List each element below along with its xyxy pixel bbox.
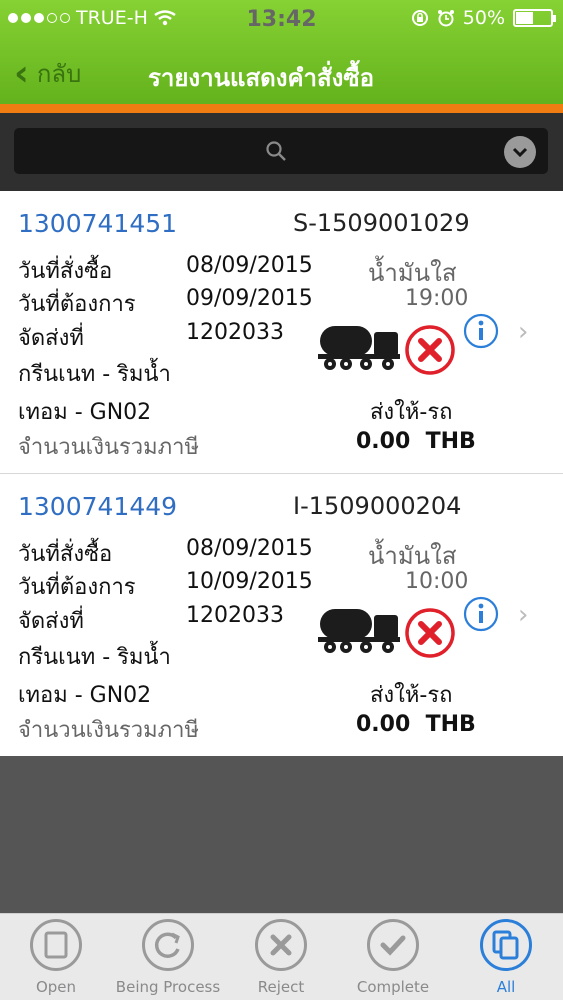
amount-value: 0.00 [356,429,411,454]
info-icon[interactable] [463,313,499,349]
ship-to-label: จัดส่งที่ [18,326,84,351]
document-number: I-1509000204 [293,492,462,520]
info-icon[interactable] [463,596,499,632]
chevron-right-icon[interactable]: › [518,600,528,630]
tanker-truck-icon [318,326,400,370]
filter-dropdown-button[interactable] [504,136,536,168]
tanker-truck-icon [318,609,400,653]
customer-name: กรีนเนท - ริมน้ำ [18,645,171,670]
order-number[interactable]: 1300741449 [18,492,177,521]
check-icon [367,919,419,971]
required-date: 10/09/2015 [186,569,313,594]
page-title: รายงานแสดงคำสั่งซื้อ [148,64,375,92]
customer-name: กรีนเนท - ริมน้ำ [18,362,171,387]
delivery-type: ส่งให้-รถ [370,400,453,425]
chevron-right-icon[interactable]: › [518,317,528,347]
alarm-icon [437,10,454,27]
order-date: 08/09/2015 [186,536,313,561]
tab-complete[interactable]: Complete [337,914,449,1000]
chevron-left-icon: ‹ [14,52,29,94]
tab-all[interactable]: All [450,914,562,1000]
total-amount: 0.00 THB [356,429,476,454]
accent-divider [0,104,563,113]
search-icon [266,141,286,161]
total-amount: 0.00 THB [356,712,476,737]
tab-label: Being Process [115,978,221,996]
tab-label: All [496,978,516,996]
order-number[interactable]: 1300741451 [18,209,177,238]
amount-value: 0.00 [356,712,411,737]
tab-label: Complete [356,978,430,996]
battery-percent: 50% [462,7,505,29]
required-time: 10:00 [405,569,469,594]
ship-to-label: จัดส่งที่ [18,609,84,634]
tab-reject[interactable]: Reject [225,914,337,1000]
status-bar: TRUE-H 13:42 50% [0,0,563,38]
rotation-lock-icon [411,10,428,26]
order-date-label: วันที่สั่งซื้อ [18,259,113,284]
amount-currency: THB [425,429,476,454]
square-icon [30,919,82,971]
order-card[interactable]: 1300741449 I-1509000204 วันที่สั่งซื้อ 0… [0,473,563,755]
tab-open[interactable]: Open [0,914,112,1000]
order-date: 08/09/2015 [186,253,313,278]
document-number: S-1509001029 [293,209,470,237]
order-card[interactable]: 1300741451 S-1509001029 วันที่สั่งซื้อ 0… [0,191,563,473]
terminal: เทอม - GN02 [18,400,152,425]
top-bar: TRUE-H 13:42 50% ‹ กลับ รายงานแสดงคำสั่ง… [0,0,563,106]
back-button[interactable]: ‹ กลับ [14,54,81,93]
order-list: 1300741451 S-1509001029 วันที่สั่งซื้อ 0… [0,191,563,756]
required-time: 19:00 [405,286,469,311]
chevron-down-icon [512,147,528,158]
refresh-icon [142,919,194,971]
terminal: เทอม - GN02 [18,683,152,708]
total-amount-label: จำนวนเงินรวมภาษี [18,718,200,743]
required-date-label: วันที่ต้องการ [18,575,136,600]
total-amount-label: จำนวนเงินรวมภาษี [18,435,200,460]
copy-icon [480,919,532,971]
amount-currency: THB [425,712,476,737]
ship-to-code: 1202033 [186,320,284,345]
tab-label: Reject [257,978,305,996]
rejected-status-icon [405,608,455,658]
tab-label: Open [35,978,77,996]
order-date-label: วันที่สั่งซื้อ [18,542,113,567]
rejected-status-icon [405,325,455,375]
search-area [0,113,563,191]
back-label: กลับ [36,60,82,88]
delivery-type: ส่งให้-รถ [370,683,453,708]
x-icon [255,919,307,971]
required-date: 09/09/2015 [186,286,313,311]
tab-being-process[interactable]: Being Process [112,914,224,1000]
battery-icon [513,9,556,27]
required-date-label: วันที่ต้องการ [18,292,136,317]
navigation-bar: ‹ กลับ รายงานแสดงคำสั่งซื้อ [0,44,563,104]
tab-bar: Open Being Process Reject Complete All [0,913,563,1000]
search-input[interactable] [14,128,548,174]
ship-to-code: 1202033 [186,603,284,628]
